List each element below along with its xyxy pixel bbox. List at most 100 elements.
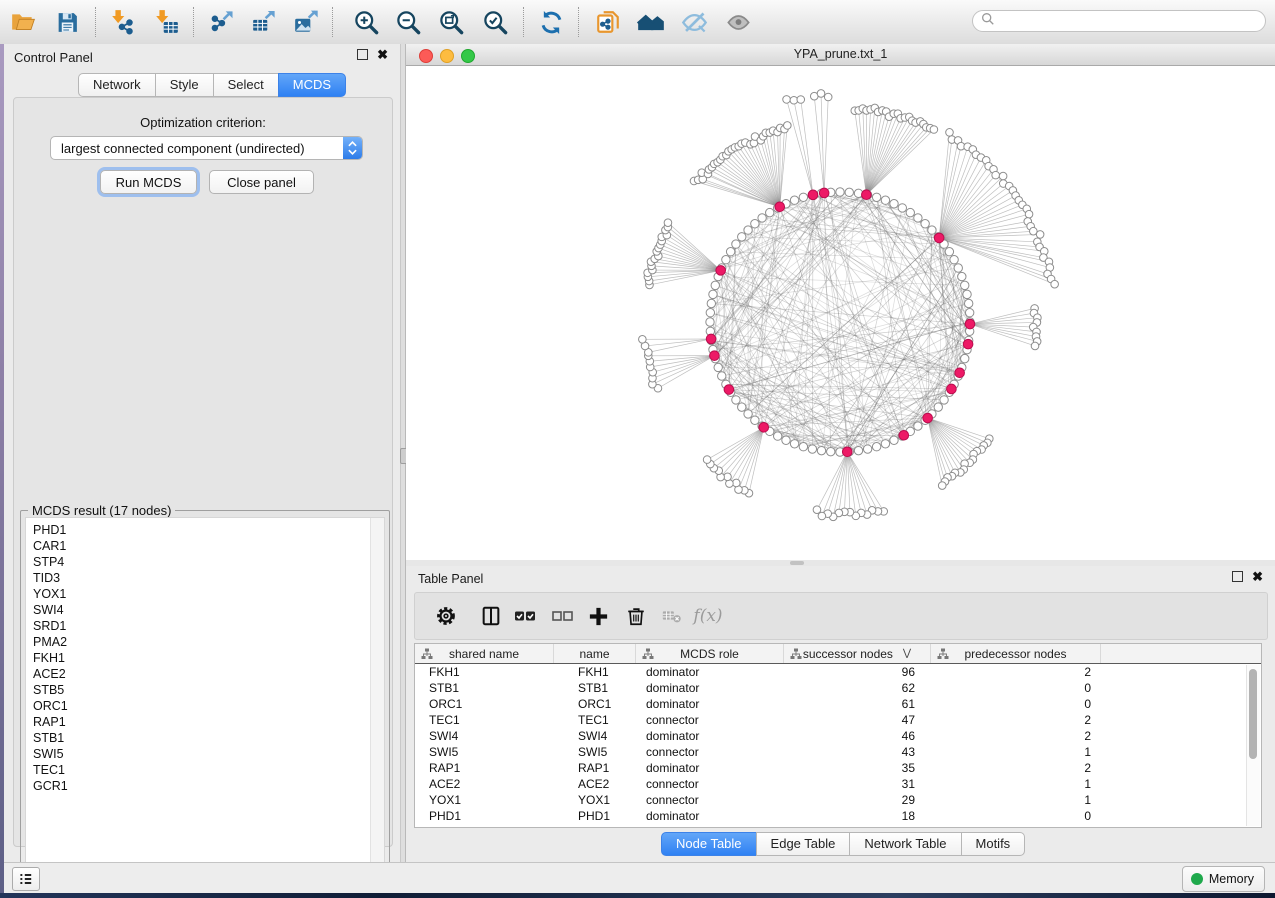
table-header-row: shared namenameMCDS rolesuccessor nodes⋁…: [415, 644, 1261, 664]
mcds-result-item[interactable]: YOX1: [33, 586, 384, 602]
open-folder-icon[interactable]: [5, 4, 41, 40]
optimization-criterion-label: Optimization criterion:: [14, 115, 392, 130]
table-row[interactable]: ACE2ACE2connector311: [415, 776, 1261, 792]
table-row[interactable]: STB1STB1dominator620: [415, 680, 1261, 696]
mcds-tab-content: Optimization criterion: largest connecte…: [13, 97, 393, 847]
close-panel-icon[interactable]: ✖: [377, 49, 388, 60]
zoom-out-icon[interactable]: [390, 4, 426, 40]
network-view-canvas[interactable]: [406, 66, 1275, 560]
mcds-result-item[interactable]: RAP1: [33, 714, 384, 730]
tab-motifs[interactable]: Motifs: [961, 832, 1026, 856]
desktop-wallpaper-strip: [0, 893, 1275, 898]
add-row-icon[interactable]: [583, 601, 613, 631]
memory-button[interactable]: Memory: [1182, 866, 1265, 892]
cell-filler: [1101, 664, 1261, 680]
mcds-list-scrollbar[interactable]: [370, 518, 384, 880]
mcds-result-item[interactable]: PMA2: [33, 634, 384, 650]
mcds-result-item[interactable]: TEC1: [33, 762, 384, 778]
tab-node-table[interactable]: Node Table: [661, 832, 757, 856]
table-row[interactable]: PHD1PHD1dominator180: [415, 808, 1261, 824]
select-stepper-icon: [343, 137, 362, 159]
delete-row-icon[interactable]: [621, 601, 651, 631]
table-row[interactable]: ORC1ORC1dominator610: [415, 696, 1261, 712]
import-network-icon[interactable]: [105, 4, 141, 40]
clone-network-icon[interactable]: [590, 4, 626, 40]
search-input[interactable]: [995, 13, 1239, 29]
mcds-result-item[interactable]: SWI5: [33, 746, 384, 762]
optimization-criterion-select[interactable]: largest connected component (undirected): [50, 136, 363, 160]
cell: 62: [784, 680, 931, 696]
mcds-result-item[interactable]: FKH1: [33, 650, 384, 666]
save-icon[interactable]: [49, 4, 85, 40]
close-panel-icon[interactable]: ✖: [1252, 571, 1263, 582]
tab-network[interactable]: Network: [78, 73, 156, 97]
export-network-icon[interactable]: [205, 4, 241, 40]
mcds-result-item[interactable]: SRD1: [33, 618, 384, 634]
search-box[interactable]: [972, 10, 1266, 32]
float-window-icon[interactable]: [1232, 571, 1243, 582]
mcds-result-item[interactable]: ORC1: [33, 698, 384, 714]
column-header-successor-nodes[interactable]: successor nodes⋁: [784, 644, 931, 663]
zoom-in-icon[interactable]: [348, 4, 384, 40]
deselect-all-icon[interactable]: [547, 601, 577, 631]
mcds-result-item[interactable]: STB5: [33, 682, 384, 698]
mcds-result-item[interactable]: GCR1: [33, 778, 384, 794]
mcds-result-item[interactable]: TID3: [33, 570, 384, 586]
table-scrollbar[interactable]: [1246, 665, 1260, 826]
cell: ACE2: [415, 776, 554, 792]
export-image-icon[interactable]: [288, 4, 324, 40]
tab-style[interactable]: Style: [155, 73, 214, 97]
tab-edge-table[interactable]: Edge Table: [756, 832, 851, 856]
show-graphics-details-icon[interactable]: [720, 4, 756, 40]
tab-mcds[interactable]: MCDS: [278, 73, 346, 97]
cell: 2: [931, 760, 1101, 776]
table-row[interactable]: SWI4SWI4dominator462: [415, 728, 1261, 744]
mcds-result-item[interactable]: CAR1: [33, 538, 384, 554]
zoom-fit-icon[interactable]: [433, 4, 469, 40]
split-panel-icon[interactable]: [476, 601, 506, 631]
select-all-icon[interactable]: [510, 601, 540, 631]
column-header-MCDS-role[interactable]: MCDS role: [636, 644, 784, 663]
table-row[interactable]: YOX1YOX1connector291: [415, 792, 1261, 808]
export-table-icon[interactable]: [246, 4, 282, 40]
settings-gear-icon[interactable]: [431, 601, 461, 631]
clear-table-icon[interactable]: [657, 601, 687, 631]
tab-network-table[interactable]: Network Table: [849, 832, 961, 856]
column-header-shared-name[interactable]: shared name: [415, 644, 554, 663]
table-row[interactable]: FKH1FKH1dominator962: [415, 664, 1261, 680]
zoom-selected-icon[interactable]: [477, 4, 513, 40]
scrollbar-thumb[interactable]: [1249, 669, 1257, 759]
toolbar-separator: [578, 7, 579, 37]
tab-select[interactable]: Select: [213, 73, 279, 97]
network-graph[interactable]: [406, 66, 1275, 560]
table-body: FKH1FKH1dominator962STB1STB1dominator620…: [415, 664, 1261, 824]
mcds-result-item[interactable]: ACE2: [33, 666, 384, 682]
table-row[interactable]: SWI5SWI5connector431: [415, 744, 1261, 760]
task-list-button[interactable]: [12, 867, 40, 891]
hide-graphics-details-icon[interactable]: [676, 4, 712, 40]
splitter-handle[interactable]: [790, 561, 804, 565]
mcds-result-item[interactable]: STB1: [33, 730, 384, 746]
mcds-result-list: PHD1CAR1STP4TID3YOX1SWI4SRD1PMA2FKH1ACE2…: [25, 517, 385, 881]
cell: 0: [931, 808, 1101, 824]
close-panel-button[interactable]: Close panel: [209, 170, 314, 194]
table-row[interactable]: TEC1TEC1connector472: [415, 712, 1261, 728]
toolbar-separator: [332, 7, 333, 37]
mcds-result-item[interactable]: STP4: [33, 554, 384, 570]
mcds-result-item[interactable]: SWI4: [33, 602, 384, 618]
cell: 96: [784, 664, 931, 680]
home-icon[interactable]: [633, 4, 669, 40]
table-toolbar: f(x): [414, 592, 1268, 640]
control-panel-tabs: NetworkStyleSelectMCDS: [78, 73, 346, 97]
cell: 31: [784, 776, 931, 792]
table-row[interactable]: RAP1RAP1dominator352: [415, 760, 1261, 776]
run-mcds-button[interactable]: Run MCDS: [100, 170, 197, 194]
float-window-icon[interactable]: [357, 49, 368, 60]
cell-filler: [1101, 792, 1261, 808]
network-window-titlebar[interactable]: YPA_prune.txt_1: [406, 44, 1275, 66]
column-header-name[interactable]: name: [554, 644, 636, 663]
mcds-result-item[interactable]: PHD1: [33, 522, 384, 538]
refresh-icon[interactable]: [533, 4, 569, 40]
column-header-predecessor-nodes[interactable]: predecessor nodes: [931, 644, 1101, 663]
import-table-icon[interactable]: [149, 4, 185, 40]
